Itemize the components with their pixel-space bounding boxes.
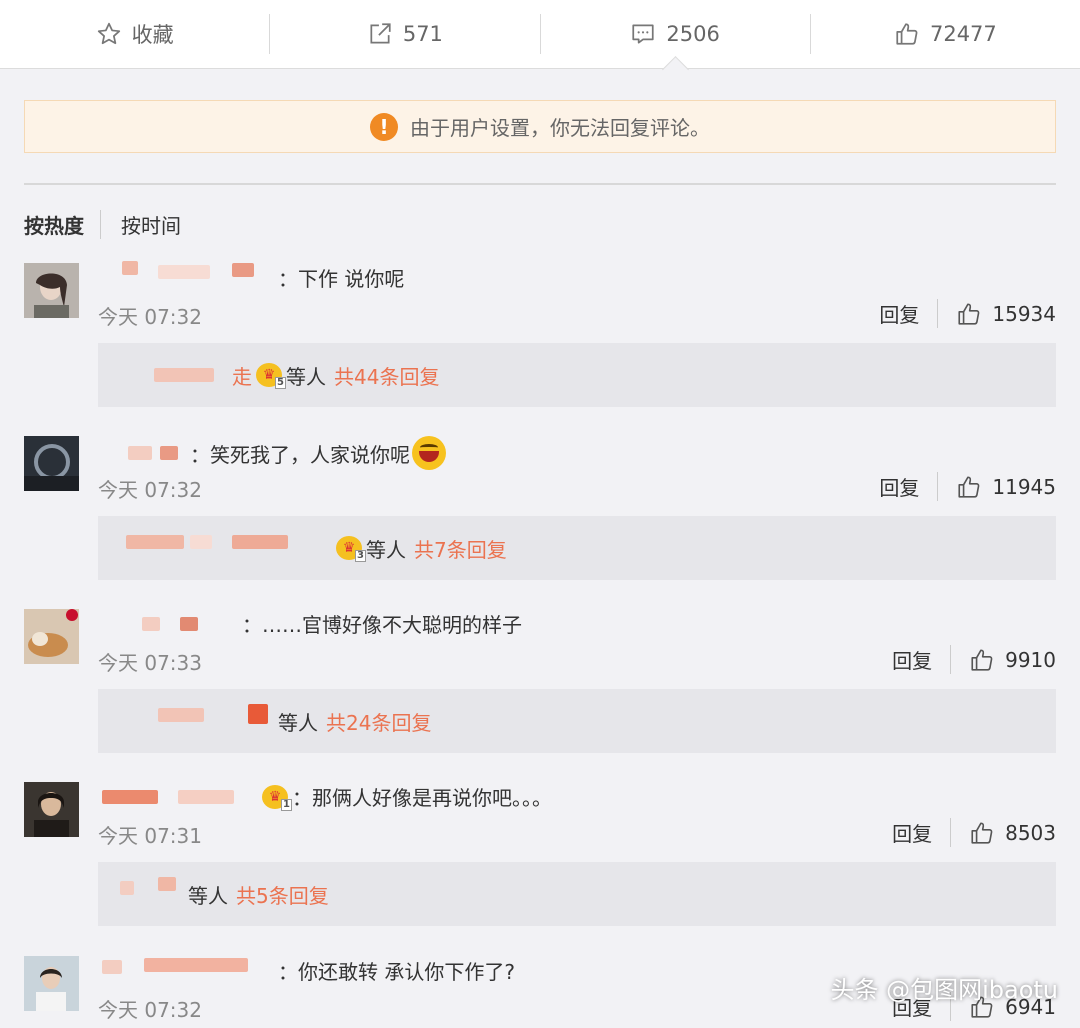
comment-like-button[interactable]: 11945	[956, 474, 1056, 500]
comment-like-count: 11945	[992, 474, 1056, 499]
reply-button[interactable]: 回复	[879, 299, 939, 328]
comment-content: ： 下作 说你呢	[98, 260, 405, 292]
view-replies-link[interactable]: 共44条回复	[334, 361, 439, 390]
username-redacted[interactable]	[98, 784, 254, 810]
reply-summary[interactable]: 走 ♛ 5 等人 共44条回复	[98, 343, 1056, 407]
comment-text: 那俩人好像是再说你吧。。。	[312, 786, 552, 810]
view-replies-link[interactable]: 共5条回复	[236, 880, 329, 909]
username-redacted[interactable]	[98, 611, 238, 637]
comment-like-button[interactable]: 15934	[956, 301, 1056, 327]
crown-badge-icon: ♛ 5	[256, 363, 286, 389]
thumbs-up-icon	[958, 475, 980, 498]
thumbs-up-icon	[971, 821, 993, 844]
comment-actions: 回复 8503	[892, 818, 1056, 847]
comment-like-count: 9910	[1005, 647, 1056, 672]
comment-text: ……官博好像不大聪明的样子	[262, 613, 522, 637]
divider	[24, 183, 1056, 185]
view-replies-link[interactable]: 共7条回复	[414, 534, 507, 563]
comment-actions: 回复 15934	[879, 299, 1056, 328]
view-replies-link[interactable]: 共24条回复	[326, 707, 431, 736]
username-redacted[interactable]	[98, 704, 274, 734]
comment-like-count: 8503	[1005, 820, 1056, 845]
reply-summary[interactable]: 等人 共5条回复	[98, 862, 1056, 926]
username-redacted[interactable]	[98, 535, 328, 561]
reply-button[interactable]: 回复	[892, 818, 952, 847]
crown-badge-icon: ♛ 3	[336, 536, 366, 562]
username-redacted[interactable]	[98, 440, 186, 466]
comment-icon	[632, 24, 655, 44]
avatar[interactable]	[24, 263, 79, 318]
warning-icon: !	[370, 112, 398, 141]
reply-summary[interactable]: ♛ 3 等人 共7条回复	[98, 516, 1056, 580]
reply-button[interactable]: 回复	[879, 472, 939, 501]
favorite-button[interactable]: 收藏	[0, 14, 271, 54]
share-count: 571	[402, 22, 443, 46]
comment-actions: 回复 9910	[892, 645, 1056, 674]
comment-time: 今天 07:33	[98, 651, 202, 675]
share-icon	[370, 23, 391, 44]
comment-text: 笑死我了，人家说你呢	[210, 442, 410, 467]
action-bar: 收藏 571 2506 72477	[0, 0, 1080, 69]
share-button[interactable]: 571	[270, 14, 541, 54]
comment-count: 2506	[666, 22, 720, 46]
thumbs-up-icon	[896, 23, 918, 45]
thumbs-up-icon	[958, 302, 980, 325]
comment-time: 今天 07:32	[98, 478, 202, 502]
comment-text: 你还敢转 承认你下作了?	[298, 960, 515, 984]
reply-disabled-notice: ! 由于用户设置，你无法回复评论。	[24, 100, 1056, 153]
comment-content: ♛ 1 ： 那俩人好像是再说你吧。。。	[98, 782, 552, 811]
favorite-label: 收藏	[131, 23, 174, 47]
comment-time: 今天 07:32	[98, 305, 202, 329]
comment-text: 下作 说你呢	[298, 267, 405, 291]
thumbs-up-icon	[971, 648, 993, 671]
like-button[interactable]: 72477	[811, 14, 1080, 54]
username-redacted[interactable]	[98, 362, 228, 388]
notice-text: 由于用户设置，你无法回复评论。	[410, 116, 710, 140]
sort-tabs: 按热度 按时间	[24, 210, 181, 239]
comment-content: ： 你还敢转 承认你下作了?	[98, 956, 515, 985]
avatar[interactable]	[24, 436, 79, 491]
comment-like-count: 15934	[992, 301, 1056, 326]
comment-like-button[interactable]: 9910	[969, 647, 1056, 673]
watermark: 头条 @包图网ibaotu	[830, 976, 1058, 1004]
username-redacted[interactable]	[98, 877, 184, 907]
star-icon	[97, 22, 120, 45]
comment-actions: 回复 11945	[879, 472, 1056, 501]
comment-content: ： 笑死我了，人家说你呢	[98, 436, 446, 470]
comment-time: 今天 07:32	[98, 998, 202, 1022]
comment-like-button[interactable]: 8503	[969, 820, 1056, 846]
avatar[interactable]	[24, 956, 79, 1011]
avatar[interactable]	[24, 609, 79, 664]
comment-time: 今天 07:31	[98, 824, 202, 848]
reply-button[interactable]: 回复	[892, 645, 952, 674]
sort-by-hot-tab[interactable]: 按热度	[24, 210, 101, 239]
crown-badge-icon: ♛ 1	[262, 784, 292, 811]
sort-by-time-tab[interactable]: 按时间	[101, 210, 181, 239]
reply-summary[interactable]: 等人 共24条回复	[98, 689, 1056, 753]
avatar[interactable]	[24, 782, 79, 837]
like-count: 72477	[929, 22, 997, 46]
username-redacted[interactable]	[98, 957, 274, 984]
username-redacted[interactable]	[98, 260, 274, 291]
laughing-emoji-icon	[412, 436, 446, 470]
comment-content: ： ……官博好像不大聪明的样子	[98, 609, 522, 638]
comment-button[interactable]: 2506	[541, 14, 811, 54]
